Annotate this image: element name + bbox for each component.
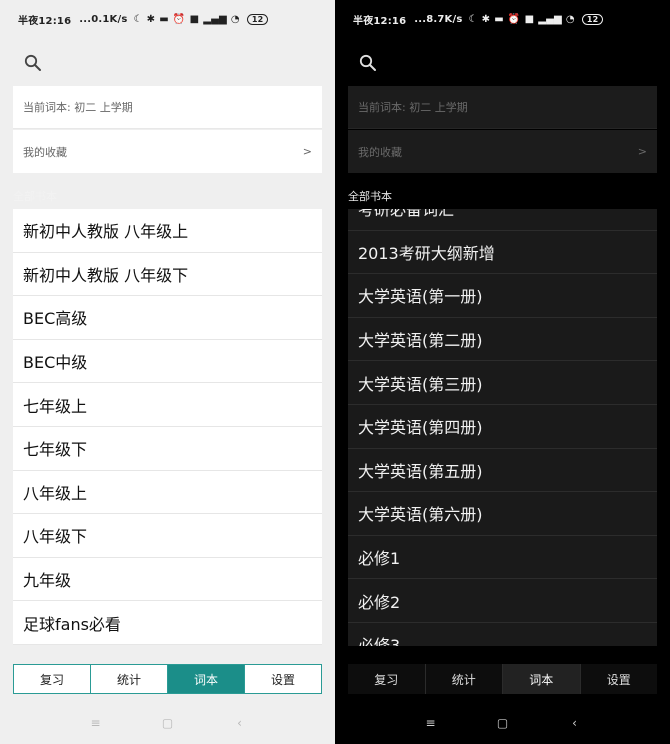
light-theme-screen: 半夜12:16 ...0.1K/s ☾ ✱ ▬ ⏰ ■ ▂▄▆ ◔ 12 当前词… bbox=[0, 0, 335, 744]
book-item[interactable]: 九年级 bbox=[13, 557, 322, 602]
signal-icon: ▂▄▆ bbox=[538, 13, 562, 25]
favorites-label: 我的收藏 bbox=[358, 145, 402, 159]
book-item[interactable]: 大学英语(第三册) bbox=[348, 361, 657, 405]
wifi-icon: ◔ bbox=[565, 13, 575, 25]
tab-review[interactable]: 复习 bbox=[348, 664, 426, 694]
status-bar: 半夜12:16 ...0.1K/s ☾ ✱ ▬ ⏰ ■ ▂▄▆ ◔ 12 bbox=[0, 8, 335, 30]
tab-settings[interactable]: 设置 bbox=[580, 664, 657, 694]
book-item[interactable]: 八年级上 bbox=[13, 470, 322, 515]
book-item[interactable]: BEC中级 bbox=[13, 339, 322, 384]
back-icon[interactable]: ‹ bbox=[233, 716, 247, 730]
book-item[interactable]: 七年级上 bbox=[13, 383, 322, 427]
book-item[interactable]: 大学英语(第四册) bbox=[348, 404, 657, 449]
current-book-row: 当前词本: 初二 上学期 bbox=[13, 86, 322, 129]
search-icon[interactable] bbox=[24, 54, 42, 72]
book-item[interactable]: 新初中人教版 八年级上 bbox=[13, 209, 322, 253]
book-item[interactable]: 考研必备词汇 bbox=[348, 209, 657, 231]
favorites-row[interactable]: 我的收藏 > bbox=[13, 130, 322, 173]
book-item[interactable]: 大学英语(第二册) bbox=[348, 317, 657, 362]
menu-icon[interactable]: ≡ bbox=[89, 716, 103, 730]
vibrate-icon: ▬ bbox=[159, 13, 169, 25]
hd-icon: ■ bbox=[524, 13, 535, 25]
section-label: 全部书本 bbox=[13, 190, 57, 203]
battery-icon: 12 bbox=[246, 13, 269, 25]
hd-icon: ■ bbox=[189, 13, 200, 25]
current-book-label: 当前词本: 初二 上学期 bbox=[358, 101, 468, 114]
book-item[interactable]: 必修3 bbox=[348, 622, 657, 646]
favorites-label: 我的收藏 bbox=[23, 145, 67, 159]
chevron-right-icon: > bbox=[302, 145, 312, 158]
book-item[interactable]: 七年级下 bbox=[13, 426, 322, 471]
book-item[interactable]: 2013考研大纲新增 bbox=[348, 230, 657, 275]
current-book-label: 当前词本: 初二 上学期 bbox=[23, 101, 133, 114]
book-item[interactable]: 新初中人教版 八年级下 bbox=[13, 252, 322, 297]
book-item[interactable]: 八年级下 bbox=[13, 514, 322, 558]
book-list[interactable]: 新初中人教版 八年级上 新初中人教版 八年级下 BEC高级 BEC中级 七年级上 七年级下… bbox=[13, 209, 322, 646]
network-speed: ...0.1K/s bbox=[79, 13, 128, 25]
vibrate-icon: ▬ bbox=[494, 13, 504, 25]
tab-stats[interactable]: 统计 bbox=[91, 664, 168, 694]
menu-icon[interactable]: ≡ bbox=[424, 716, 438, 730]
status-icons: ☾ ✱ ▬ ⏰ ■ ▂▄▆ ◔ 12 bbox=[468, 13, 604, 25]
tab-settings[interactable]: 设置 bbox=[245, 664, 322, 694]
alarm-icon: ⏰ bbox=[507, 13, 521, 25]
favorites-row[interactable]: 我的收藏 > bbox=[348, 130, 657, 173]
book-item[interactable]: 大学英语(第六册) bbox=[348, 492, 657, 536]
moon-icon: ☾ bbox=[133, 13, 143, 25]
status-time: 半夜12:16 bbox=[353, 15, 407, 27]
search-icon[interactable] bbox=[359, 54, 377, 72]
moon-icon: ☾ bbox=[468, 13, 478, 25]
home-icon[interactable]: ▢ bbox=[496, 716, 510, 730]
wifi-icon: ◔ bbox=[230, 13, 240, 25]
alarm-icon: ⏰ bbox=[172, 13, 186, 25]
book-list[interactable]: 考研必备词汇 2013考研大纲新增 大学英语(第一册) 大学英语(第二册) 大学英语(第… bbox=[348, 209, 657, 646]
network-speed: ...8.7K/s bbox=[414, 13, 463, 25]
chevron-right-icon: > bbox=[637, 145, 647, 158]
system-nav-bar: ≡ ▢ ‹ bbox=[335, 706, 670, 740]
status-time: 半夜12:16 bbox=[18, 15, 72, 27]
home-icon[interactable]: ▢ bbox=[161, 716, 175, 730]
tab-bar: 复习 统计 词本 设置 bbox=[348, 664, 657, 694]
status-icons: ☾ ✱ ▬ ⏰ ■ ▂▄▆ ◔ 12 bbox=[133, 13, 269, 25]
tab-books[interactable]: 词本 bbox=[503, 664, 581, 694]
section-label: 全部书本 bbox=[348, 190, 392, 203]
tab-books[interactable]: 词本 bbox=[168, 664, 245, 694]
book-item[interactable]: 足球fans必看 bbox=[13, 601, 322, 645]
tab-stats[interactable]: 统计 bbox=[425, 664, 503, 694]
battery-icon: 12 bbox=[581, 13, 604, 25]
status-bar: 半夜12:16 ...8.7K/s ☾ ✱ ▬ ⏰ ■ ▂▄▆ ◔ 12 bbox=[335, 8, 670, 30]
book-item[interactable]: BEC高级 bbox=[13, 296, 322, 340]
current-book-row: 当前词本: 初二 上学期 bbox=[348, 86, 657, 129]
dark-theme-screen: 半夜12:16 ...8.7K/s ☾ ✱ ▬ ⏰ ■ ▂▄▆ ◔ 12 当前词… bbox=[335, 0, 670, 744]
system-nav-bar: ≡ ▢ ‹ bbox=[0, 706, 335, 740]
signal-icon: ▂▄▆ bbox=[203, 13, 227, 25]
bluetooth-icon: ✱ bbox=[146, 13, 156, 25]
book-item[interactable]: 大学英语(第一册) bbox=[348, 274, 657, 318]
tab-review[interactable]: 复习 bbox=[13, 664, 91, 694]
book-item[interactable]: 必修2 bbox=[348, 579, 657, 623]
tab-bar: 复习 统计 词本 设置 bbox=[13, 664, 322, 694]
back-icon[interactable]: ‹ bbox=[568, 716, 582, 730]
bluetooth-icon: ✱ bbox=[481, 13, 491, 25]
book-item[interactable]: 必修1 bbox=[348, 535, 657, 580]
book-item[interactable]: 大学英语(第五册) bbox=[348, 448, 657, 493]
